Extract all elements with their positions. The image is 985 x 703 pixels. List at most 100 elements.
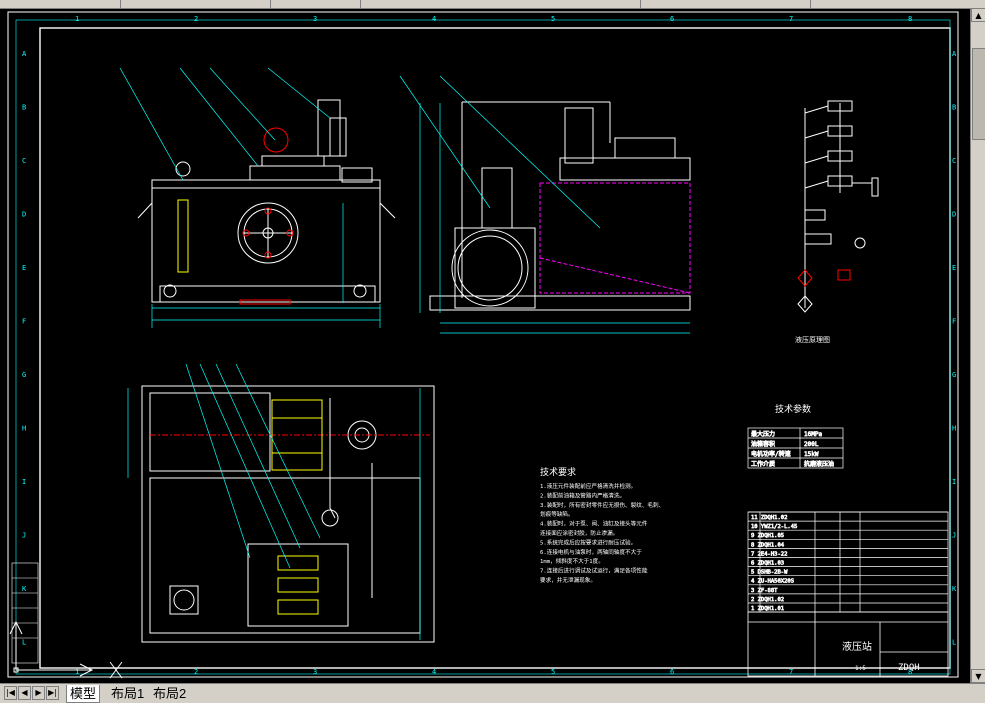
- tech-params-table: 最大压力 16MPa 油箱容积 200L 电机功率/转速 15kW 工作介质 抗磨液压油: [747, 427, 844, 469]
- row-label: D: [952, 211, 956, 219]
- row-label: L: [952, 639, 956, 647]
- bom-row: 3 ZF-88T: [751, 588, 778, 594]
- column-label: 2: [194, 15, 198, 23]
- bom-row: 9 ZDQH1.05: [751, 533, 784, 539]
- tech-param-name: 工作介质: [751, 460, 775, 468]
- column-label: 7: [789, 668, 793, 676]
- tech-req-title: 技术要求: [540, 466, 576, 478]
- toolbar-field-1[interactable]: [0, 0, 121, 8]
- column-label: 5: [551, 15, 555, 23]
- bom-row: 6 ZDQH1.03: [751, 561, 784, 567]
- bom-row: 7 2E4-H3-22: [751, 551, 787, 557]
- row-label: A: [22, 50, 27, 58]
- plan-view-coupling: [271, 399, 323, 615]
- row-label: A: [952, 50, 957, 58]
- row-labels: A A B B C C D D E E F F G G H H I I J J K K L L: [22, 50, 957, 647]
- bom-row: 4 ZU-HA50X20S: [751, 579, 794, 585]
- scroll-down-arrow-icon[interactable]: ▼: [971, 669, 985, 683]
- column-label: 1: [75, 15, 79, 23]
- bom-row: 1 ZDQH1.01: [751, 606, 784, 612]
- column-label: 8: [908, 15, 912, 23]
- tech-req-item: 7.连接后进行调试及试运行，满足各项性能: [540, 567, 648, 575]
- row-label: F: [952, 318, 956, 326]
- tech-param-value: 16MPa: [804, 431, 822, 438]
- tech-param-name: 电机功率/转速: [751, 450, 791, 458]
- row-label: G: [952, 371, 956, 379]
- tab-model[interactable]: 模型: [66, 685, 101, 703]
- row-label: K: [952, 585, 957, 593]
- column-label: 2: [194, 668, 198, 676]
- row-label: F: [22, 318, 26, 326]
- drawing-canvas[interactable]: 1122334455667788 A AB BC CD DE EF FG GH HI IJ JK KL…: [0, 8, 970, 683]
- layout-tab-bar: |◀ ◀ ▶ ▶| 模型 布局1 布局2: [0, 683, 985, 703]
- next-tab-nav-button[interactable]: ▶: [32, 686, 45, 700]
- tech-req-item: 5.系统完成后应按要求进行耐压试验。: [540, 538, 636, 546]
- column-label: 6: [670, 668, 674, 676]
- row-label: J: [22, 532, 26, 540]
- toolbar-field-4[interactable]: [360, 0, 641, 8]
- bom-row: 11 ZDQH1.02: [751, 515, 787, 521]
- tech-params-title: 技术参数: [775, 403, 811, 415]
- row-label: H: [22, 425, 26, 433]
- tech-req-item: 4.装配时，对于泵、阀、油缸及接头等元件: [540, 520, 648, 528]
- prev-tab-nav-button[interactable]: ◀: [18, 686, 31, 700]
- hydraulic-schematic: [797, 100, 879, 313]
- column-label: 3: [313, 15, 317, 23]
- toolbar-field-5[interactable]: [640, 0, 811, 8]
- tech-param-name: 油箱容积: [751, 440, 775, 448]
- tech-param-value: 200L: [804, 441, 819, 448]
- row-label: B: [952, 104, 956, 112]
- ucs-icon: [9, 620, 123, 679]
- scroll-thumb[interactable]: [972, 48, 985, 140]
- toolbar-field-3[interactable]: [270, 0, 361, 8]
- column-label: 4: [432, 668, 436, 676]
- row-label: D: [22, 211, 26, 219]
- tech-param-name: 最大压力: [751, 430, 775, 438]
- tech-req-item: 划痕等缺陷。: [540, 510, 574, 518]
- side-view: [429, 101, 691, 311]
- tech-req-list: 1.液压元件装配前应严格清洗并检测。2.装配前油箱及管路内严格清洗。 3.装配时，…: [540, 482, 664, 584]
- side-view-hidden: [539, 182, 691, 294]
- column-label: 4: [432, 15, 436, 23]
- tab-layout1[interactable]: 布局1: [108, 685, 147, 702]
- row-label: K: [22, 585, 27, 593]
- last-tab-nav-button[interactable]: ▶|: [46, 686, 59, 700]
- first-tab-nav-button[interactable]: |◀: [4, 686, 17, 700]
- vertical-scrollbar[interactable]: ▲ ▼: [970, 8, 985, 683]
- tech-req-item: 1.液压元件装配前应严格清洗并检测。: [540, 482, 636, 490]
- title-block-name: 液压站: [842, 640, 872, 653]
- row-label: H: [952, 425, 956, 433]
- row-label: J: [952, 532, 956, 540]
- column-label: 5: [551, 668, 555, 676]
- bom-row: 5 DSHB-2B-W: [751, 570, 788, 576]
- bom-row: 8 ZDQH1.04: [751, 542, 785, 548]
- inner-frame: [39, 27, 951, 669]
- tab-layout2[interactable]: 布局2: [150, 685, 189, 702]
- row-label: B: [22, 104, 26, 112]
- scroll-up-arrow-icon[interactable]: ▲: [971, 8, 985, 22]
- row-label: L: [22, 639, 26, 647]
- row-label: C: [22, 157, 26, 165]
- tech-req-item: 2.装配前油箱及管路内严格清洗。: [540, 491, 625, 499]
- plan-view: [141, 385, 435, 643]
- row-label: I: [22, 478, 26, 486]
- title-block-scale: 1:5: [855, 665, 866, 672]
- bom-table: 11 ZDQH1.02 10 YWZ1/2-L.45 9 ZDQH1.05 8 ZDQ…: [747, 511, 949, 613]
- tech-param-value: 抗磨液压油: [804, 460, 834, 468]
- toolbar-field-2[interactable]: [120, 0, 271, 8]
- tech-req-item: 要求，并无泄漏现象。: [540, 576, 596, 584]
- tech-param-value: 15kW: [804, 451, 819, 458]
- row-label: I: [952, 478, 956, 486]
- schematic-caption: 液压原理图: [795, 335, 830, 344]
- side-view-dims: [399, 75, 690, 334]
- title-block-drawing-no: ZDQH: [898, 663, 920, 673]
- column-label: 6: [670, 15, 674, 23]
- tech-req-item: 1mm，倾斜度不大于1度。: [540, 557, 604, 565]
- tech-req-item: 3.装配时，所有密封零件应无损伤、裂纹、毛刺、: [540, 501, 664, 509]
- plan-view-dims: [127, 363, 421, 640]
- row-label: E: [952, 264, 956, 272]
- bom-row: 10 YWZ1/2-L.45: [751, 524, 797, 530]
- row-label: G: [22, 371, 26, 379]
- front-view-dims: [119, 67, 381, 328]
- tech-req-item: 6.连接电机与油泵时，两轴同轴度不大于: [540, 548, 642, 556]
